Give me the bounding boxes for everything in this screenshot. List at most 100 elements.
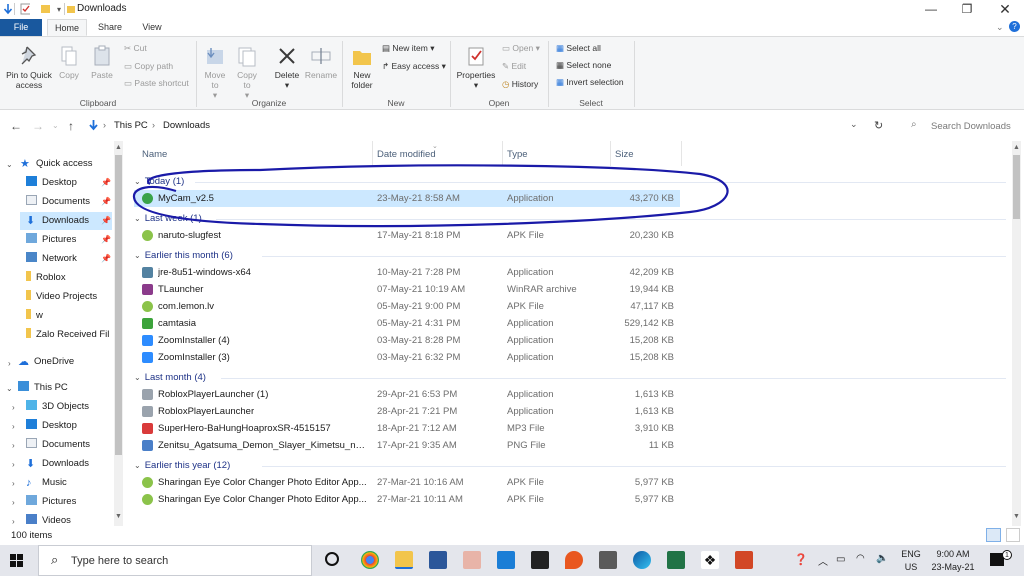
column-size[interactable]: Size [615, 149, 633, 160]
address-dropdown-icon[interactable]: ⌄ [850, 119, 858, 130]
nav-video-projects[interactable]: Video Projects [26, 288, 112, 306]
tab-home[interactable]: Home [47, 19, 87, 36]
refresh-icon[interactable]: ↻ [874, 119, 883, 132]
file-row[interactable]: TLauncher 07-May-21 10:19 AM WinRAR archiv… [134, 281, 680, 298]
customize-toolbar-icon[interactable]: ▾ [57, 5, 61, 14]
column-name[interactable]: Name [142, 149, 167, 160]
scroll-down-icon[interactable]: ▼ [1013, 513, 1020, 520]
group-header[interactable]: ⌄ Last month (4) [134, 372, 206, 383]
scroll-up-icon[interactable]: ▲ [115, 144, 122, 151]
paste-shortcut-button[interactable]: ▭ Paste shortcut [124, 78, 189, 89]
nav-downloads-selected[interactable]: ⬇ Downloads [20, 212, 112, 230]
group-header[interactable]: ⌄ Earlier this year (12) [134, 460, 230, 471]
back-arrow-icon[interactable]: ← [10, 119, 22, 133]
file-row[interactable]: ZoomInstaller (3) 03-May-21 6:32 PM Applic… [134, 349, 680, 366]
chevron-right-icon[interactable]: › [12, 422, 15, 431]
tab-file[interactable]: File [0, 19, 42, 36]
copy-button[interactable]: Copy [58, 45, 80, 80]
column-date-modified[interactable]: Date modified [377, 149, 436, 160]
nav-onedrive[interactable]: ☁ OneDrive [18, 353, 113, 371]
mail-icon[interactable] [497, 551, 515, 569]
new-folder-icon[interactable] [40, 3, 50, 15]
file-list-scroll-thumb[interactable] [1013, 155, 1020, 219]
nav-videos[interactable]: Videos [26, 512, 112, 526]
tab-share[interactable]: Share [92, 19, 128, 36]
new-folder-button[interactable]: New folder [348, 45, 376, 90]
chevron-right-icon[interactable]: › [12, 498, 15, 507]
file-row[interactable]: com.lemon.lv 05-May-21 9:00 PM APK File 47,… [134, 298, 680, 315]
open-button[interactable]: ▭ Open ▾ [502, 43, 540, 54]
file-list-scrollbar[interactable]: ▲ ▼ [1012, 141, 1021, 526]
nav-roblox[interactable]: Roblox [26, 269, 112, 287]
copy-to-button[interactable]: Copy to ▾ [234, 45, 260, 100]
properties-check-icon[interactable] [20, 3, 30, 15]
chevron-down-icon[interactable]: ⌄ [6, 160, 13, 169]
collapse-ribbon-icon[interactable]: ⌄ [996, 22, 1004, 33]
file-row[interactable]: Sharingan Eye Color Changer Photo Editor… [134, 474, 680, 491]
group-header[interactable]: ⌄ Today (1) [134, 176, 184, 187]
cortana-icon[interactable] [325, 552, 339, 566]
show-hidden-icons[interactable]: ︿ [818, 553, 828, 568]
nav-quick-access[interactable]: ★ Quick access [20, 155, 120, 173]
nav-this-pc[interactable]: This PC [18, 379, 113, 397]
large-icons-view-icon[interactable] [1006, 528, 1020, 542]
forward-arrow-icon[interactable]: → [32, 119, 44, 133]
scroll-down-icon[interactable]: ▼ [115, 513, 122, 520]
pin-quick-access-button[interactable]: Pin to Quick access [4, 45, 54, 90]
file-row[interactable]: naruto-slugfest 17-May-21 8:18 PM APK File… [134, 227, 680, 244]
nav-documents[interactable]: Documents [26, 193, 112, 211]
word-icon[interactable] [429, 551, 447, 569]
properties-button[interactable]: Properties ▾ [456, 45, 496, 90]
chevron-right-icon[interactable]: › [12, 517, 15, 526]
delete-button[interactable]: Delete ▾ [272, 45, 302, 90]
invert-selection-button[interactable]: ▦ Invert selection [556, 77, 624, 88]
close-button[interactable]: ✕ [986, 0, 1024, 19]
file-row[interactable]: Zenitsu_Agatsuma_Demon_Slayer_Kimetsu_no… [134, 437, 680, 454]
nav-zalo-received[interactable]: Zalo Received Fil [26, 326, 112, 344]
breadcrumb-downloads[interactable]: Downloads [163, 120, 210, 131]
file-row[interactable]: camtasia 05-May-21 4:31 PM Application 529,… [134, 315, 680, 332]
rename-button[interactable]: Rename [304, 45, 338, 80]
nav-music[interactable]: ♪ Music [26, 474, 112, 492]
nav-pc-downloads[interactable]: ⬇ Downloads [26, 455, 112, 473]
file-row[interactable]: RobloxPlayerLauncher 28-Apr-21 7:21 PM App… [134, 403, 680, 420]
chevron-right-icon[interactable]: › [12, 479, 15, 488]
file-row[interactable]: jre-8u51-windows-x64 10-May-21 7:28 PM App… [134, 264, 680, 281]
nav-w[interactable]: w [26, 307, 112, 325]
camera-icon[interactable] [599, 551, 617, 569]
recent-locations-icon[interactable]: ⌄ [52, 121, 59, 130]
minimize-button[interactable]: — [912, 0, 950, 19]
app-dark-icon[interactable] [531, 551, 549, 569]
chevron-down-icon[interactable]: ⌄ [6, 384, 13, 393]
nav-pc-documents[interactable]: Documents [26, 436, 112, 454]
edit-button[interactable]: ✎ Edit [502, 61, 526, 72]
scroll-up-icon[interactable]: ▲ [1013, 144, 1020, 151]
file-row[interactable]: SuperHero-BaHungHoaproxSR-4515157 18-Apr-… [134, 420, 680, 437]
file-row[interactable]: ZoomInstaller (4) 03-May-21 8:28 PM Applic… [134, 332, 680, 349]
help-tray-icon[interactable]: ❓ [794, 553, 808, 566]
breadcrumb-this-pc[interactable]: This PC [114, 120, 148, 131]
chevron-right-icon[interactable]: › [12, 460, 15, 469]
cut-button[interactable]: ✂ Cut [124, 43, 147, 54]
language-indicator[interactable]: ENG US [898, 549, 924, 572]
maps-pin-icon[interactable] [565, 551, 583, 569]
up-arrow-icon[interactable]: ↑ [68, 119, 74, 133]
details-view-icon[interactable] [986, 528, 1001, 542]
chrome-icon[interactable] [361, 551, 379, 569]
taskbar-search-box[interactable]: ⌕ Type here to search [38, 545, 312, 576]
edge-icon[interactable] [633, 551, 651, 569]
nav-scrollbar[interactable]: ▲ ▼ [114, 141, 123, 526]
history-button[interactable]: ◷ History [502, 79, 538, 90]
volume-icon[interactable]: 🔈 [876, 553, 888, 564]
clock[interactable]: 9:00 AM 23-May-21 [926, 549, 980, 572]
easy-access-button[interactable]: ↱ Easy access ▾ [382, 61, 446, 72]
copy-path-button[interactable]: ▭ Copy path [124, 61, 173, 72]
nav-scroll-thumb[interactable] [115, 155, 122, 455]
group-header[interactable]: ⌄ Earlier this month (6) [134, 250, 233, 261]
column-type[interactable]: Type [507, 149, 528, 160]
file-row[interactable]: RobloxPlayerLauncher (1) 29-Apr-21 6:53 P… [134, 386, 680, 403]
file-row[interactable]: MyCam_v2.5 23-May-21 8:58 AM Application 43… [134, 190, 680, 207]
chevron-right-icon[interactable]: › [8, 359, 11, 368]
nav-3d-objects[interactable]: 3D Objects [26, 398, 112, 416]
chevron-right-icon[interactable]: › [12, 441, 15, 450]
